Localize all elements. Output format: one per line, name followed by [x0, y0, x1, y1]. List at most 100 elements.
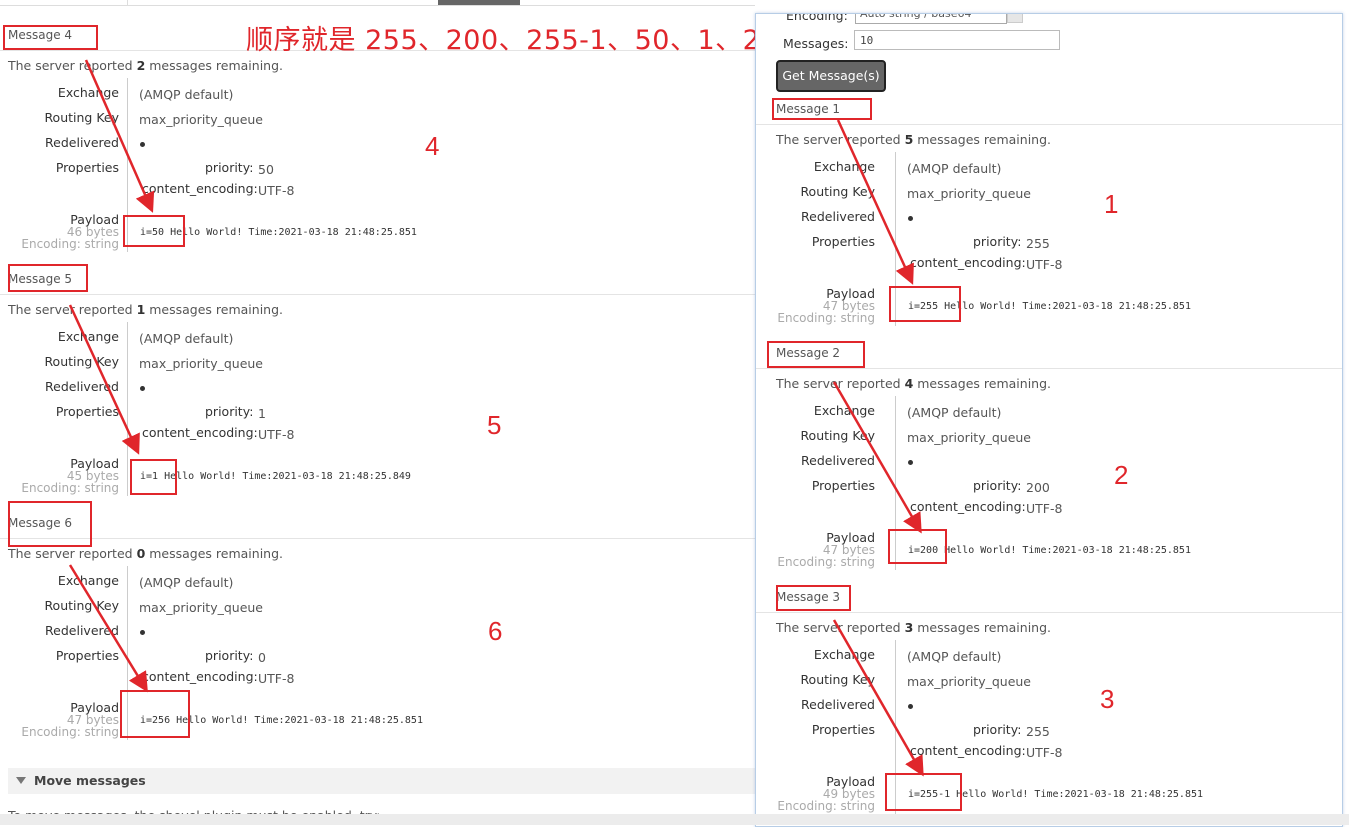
left-message-panel: Message 4 The server reported 2 messages…: [0, 0, 755, 825]
order-annotation: 5: [487, 410, 502, 440]
routing-key-label: Routing Key: [800, 428, 875, 443]
exchange-value: (AMQP default): [907, 405, 1002, 420]
properties-label: Properties: [811, 234, 875, 249]
routing-key-label: Routing Key: [800, 672, 875, 687]
redelivered-dot-icon: [908, 460, 913, 465]
exchange-value: (AMQP default): [139, 331, 234, 346]
routing-key-label: Routing Key: [44, 598, 119, 613]
payload-encoding: Encoding: string: [777, 555, 875, 569]
order-annotation: 3: [1100, 684, 1115, 714]
content-encoding-value: UTF-8: [258, 671, 295, 686]
encoding-select[interactable]: Auto string / base64: [855, 14, 1007, 24]
priority-value: 255: [1026, 236, 1050, 251]
properties-label: Properties: [55, 648, 119, 663]
priority-value: 50: [258, 162, 274, 177]
payload-content: i=200 Hello World! Time:2021-03-18 21:48…: [908, 545, 1191, 556]
content-encoding-label: content_encoding:: [910, 743, 1026, 758]
priority-value: 255: [1026, 724, 1050, 739]
content-encoding-label: content_encoding:: [142, 669, 258, 684]
priority-label: priority:: [205, 160, 254, 175]
message-block: Message 2 The server reported 4 messages…: [756, 346, 1342, 590]
content-encoding-label: content_encoding:: [910, 255, 1026, 270]
remaining-text: The server reported 5 messages remaining…: [776, 132, 1052, 147]
redelivered-dot-icon: [140, 386, 145, 391]
redelivered-label: Redelivered: [45, 135, 119, 150]
payload-encoding: Encoding: string: [21, 237, 119, 251]
redelivered-dot-icon: [140, 630, 145, 635]
payload-encoding: Encoding: string: [777, 311, 875, 325]
payload-encoding: Encoding: string: [21, 481, 119, 495]
get-messages-button[interactable]: Get Message(s): [776, 60, 886, 92]
remaining-text: The server reported 3 messages remaining…: [776, 620, 1052, 635]
message-title: Message 1: [776, 102, 841, 116]
priority-value: 0: [258, 650, 266, 665]
exchange-label: Exchange: [813, 159, 875, 174]
payload-content: i=50 Hello World! Time:2021-03-18 21:48:…: [140, 227, 417, 238]
routing-key-value: max_priority_queue: [907, 430, 1031, 445]
move-messages-heading: Move messages: [34, 773, 146, 788]
message-block: Message 3 The server reported 3 messages…: [756, 590, 1342, 826]
messages-count-input[interactable]: 10: [854, 30, 1060, 50]
redelivered-label: Redelivered: [801, 209, 875, 224]
routing-key-value: max_priority_queue: [139, 600, 263, 615]
order-annotation: 6: [488, 616, 503, 646]
message-block: Message 1 The server reported 5 messages…: [756, 102, 1342, 346]
move-messages-section[interactable]: Move messages: [8, 768, 755, 794]
message-title: Message 4: [8, 28, 73, 42]
exchange-label: Exchange: [813, 647, 875, 662]
routing-key-label: Routing Key: [44, 354, 119, 369]
message-block: Message 6 The server reported 0 messages…: [0, 516, 755, 760]
remaining-text: The server reported 0 messages remaining…: [8, 546, 284, 561]
messages-label: Messages:: [783, 36, 849, 51]
routing-key-value: max_priority_queue: [907, 186, 1031, 201]
content-encoding-label: content_encoding:: [910, 499, 1026, 514]
priority-label: priority:: [973, 478, 1022, 493]
content-encoding-value: UTF-8: [1026, 501, 1063, 516]
message-title: Message 3: [776, 590, 841, 604]
exchange-value: (AMQP default): [907, 161, 1002, 176]
redelivered-dot-icon: [140, 142, 145, 147]
properties-label: Properties: [55, 160, 119, 175]
payload-content: i=255 Hello World! Time:2021-03-18 21:48…: [908, 301, 1191, 312]
payload-encoding: Encoding: string: [777, 799, 875, 813]
content-encoding-value: UTF-8: [258, 183, 295, 198]
properties-label: Properties: [811, 478, 875, 493]
priority-label: priority:: [205, 648, 254, 663]
redelivered-dot-icon: [908, 216, 913, 221]
payload-content: i=1 Hello World! Time:2021-03-18 21:48:2…: [140, 471, 411, 482]
exchange-value: (AMQP default): [139, 87, 234, 102]
collapse-triangle-icon: [16, 777, 26, 784]
content-encoding-label: content_encoding:: [142, 181, 258, 196]
remaining-text: The server reported 4 messages remaining…: [776, 376, 1052, 391]
priority-label: priority:: [973, 722, 1022, 737]
content-encoding-value: UTF-8: [1026, 745, 1063, 760]
redelivered-label: Redelivered: [45, 379, 119, 394]
message-title: Message 2: [776, 346, 841, 360]
message-title: Message 6: [8, 516, 73, 530]
encoding-dropdown-icon[interactable]: [1007, 14, 1023, 23]
routing-key-label: Routing Key: [44, 110, 119, 125]
payload-content: i=256 Hello World! Time:2021-03-18 21:48…: [140, 715, 423, 726]
order-banner: 顺序就是 255、200、255-1、50、1、256: [246, 25, 796, 56]
priority-value: 200: [1026, 480, 1050, 495]
right-message-window: Encoding: Auto string / base64 Messages:…: [755, 13, 1343, 827]
routing-key-label: Routing Key: [800, 184, 875, 199]
order-annotation: 4: [425, 131, 440, 161]
redelivered-label: Redelivered: [801, 697, 875, 712]
properties-label: Properties: [55, 404, 119, 419]
redelivered-label: Redelivered: [45, 623, 119, 638]
message-title: Message 5: [8, 272, 73, 286]
priority-label: priority:: [205, 404, 254, 419]
remaining-text: The server reported 2 messages remaining…: [8, 58, 284, 73]
content-encoding-label: content_encoding:: [142, 425, 258, 440]
routing-key-value: max_priority_queue: [907, 674, 1031, 689]
exchange-label: Exchange: [813, 403, 875, 418]
redelivered-label: Redelivered: [801, 453, 875, 468]
message-block: Message 4 The server reported 2 messages…: [0, 28, 755, 272]
payload-content: i=255-1 Hello World! Time:2021-03-18 21:…: [908, 789, 1204, 800]
exchange-value: (AMQP default): [907, 649, 1002, 664]
order-annotation: 1: [1104, 189, 1119, 219]
content-encoding-value: UTF-8: [258, 427, 295, 442]
encoding-label: Encoding:: [786, 13, 848, 23]
order-annotation: 2: [1114, 460, 1129, 490]
